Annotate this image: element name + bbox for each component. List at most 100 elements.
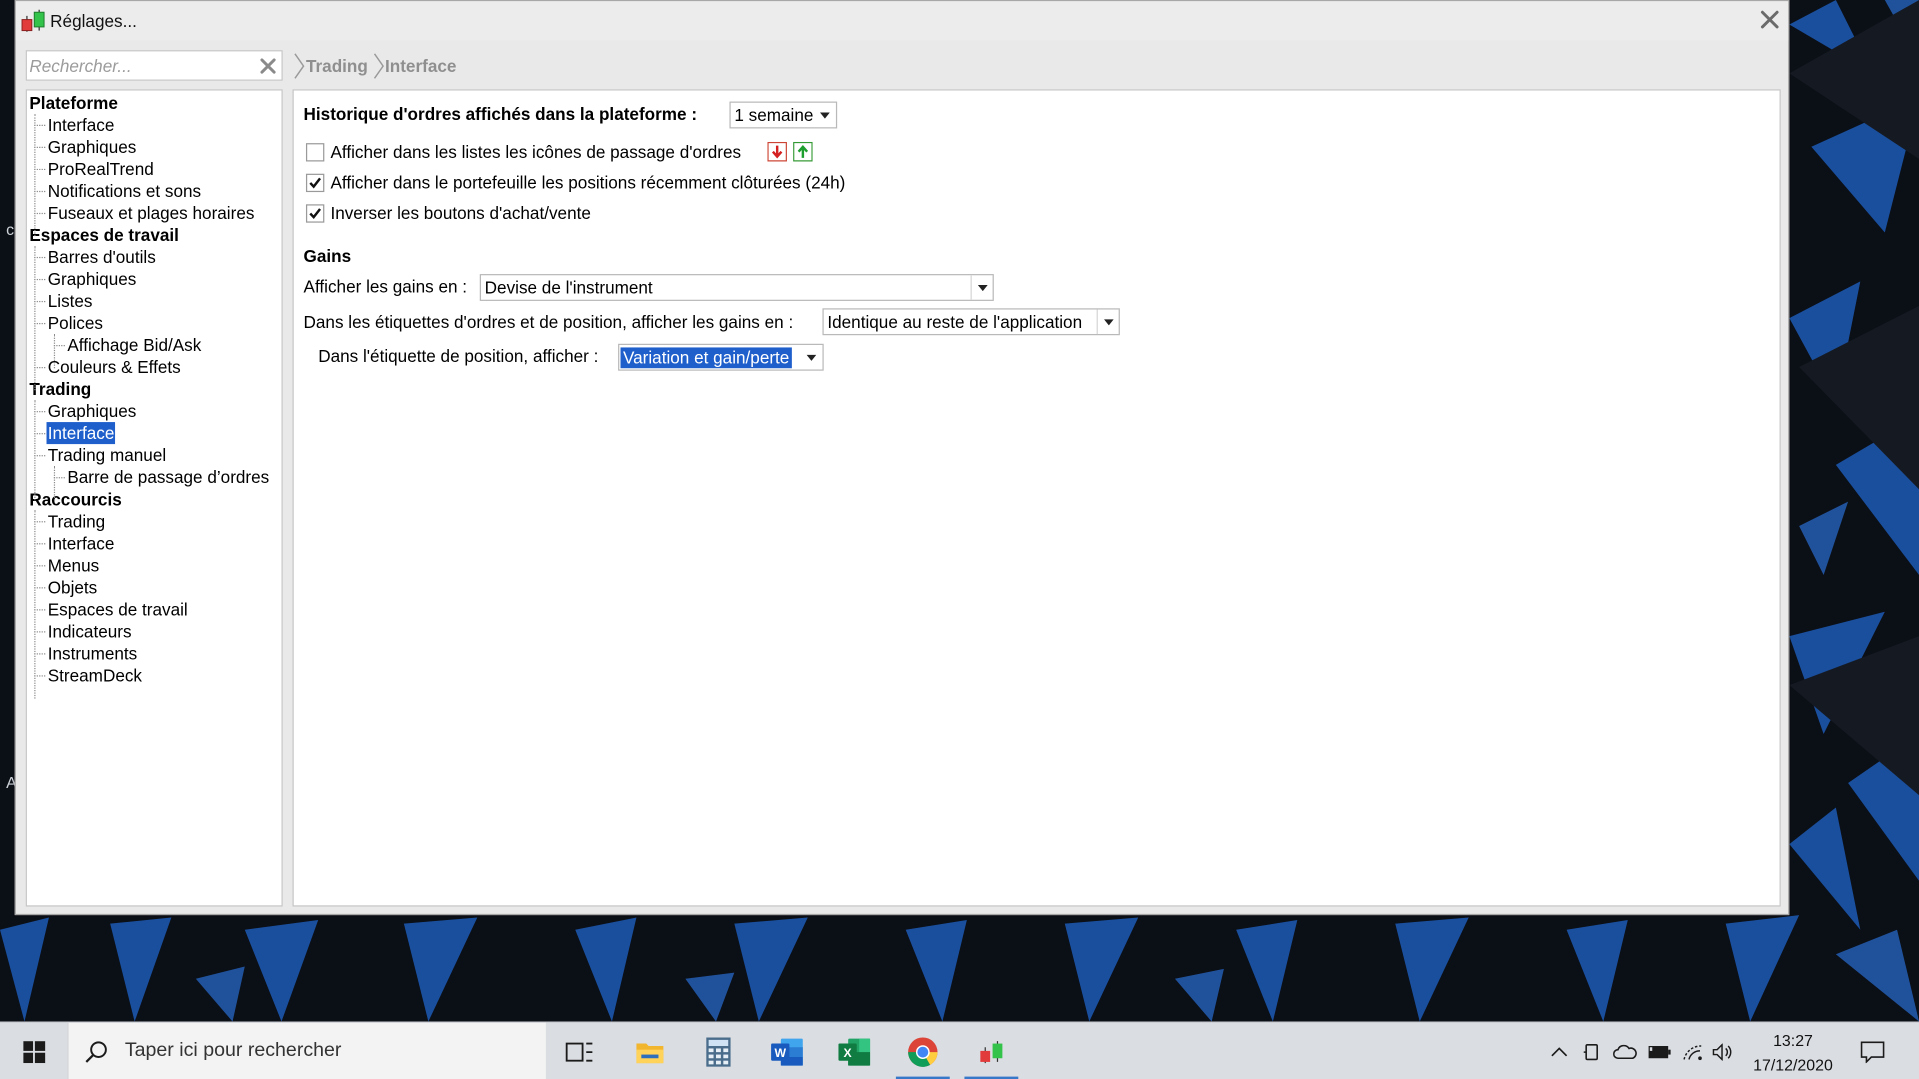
invert-buttons-label: Inverser les boutons d'achat/vente [330, 203, 591, 223]
tree-item[interactable]: ProRealTrend [47, 158, 155, 180]
breadcrumb-separator-icon [373, 53, 384, 79]
task-view-icon[interactable] [551, 1023, 610, 1079]
tree-category[interactable]: Plateforme [28, 92, 119, 114]
notification-center-icon[interactable] [1853, 1023, 1892, 1079]
svg-text:W: W [774, 1045, 786, 1059]
invert-buttons-checkbox[interactable] [305, 204, 325, 223]
tree-guide-line [53, 477, 65, 479]
tree-item[interactable]: Listes [47, 290, 94, 312]
tree-guide-line [53, 344, 65, 347]
volume-icon[interactable] [1709, 1023, 1738, 1079]
tree-item-label: Affichage Bid/Ask [67, 335, 202, 355]
clear-search-icon[interactable] [259, 57, 276, 74]
position-label-select[interactable]: Variation et gain/perte [618, 343, 824, 371]
wifi-icon[interactable] [1678, 1023, 1707, 1079]
tree-item-label: Listes [47, 291, 93, 311]
tree-item[interactable]: Interface [46, 422, 116, 445]
tree-guide-line [34, 113, 36, 237]
tree-guide-line [34, 543, 46, 545]
tree-item-label: Couleurs & Effets [47, 357, 181, 377]
tree-item[interactable]: Graphiques [47, 400, 138, 422]
tree-item-label: Barre de passage d’ordres [67, 467, 270, 487]
battery-icon[interactable] [1644, 1023, 1676, 1079]
tree-guide-line [34, 675, 46, 677]
chrome-icon[interactable] [893, 1023, 952, 1079]
position-label-value: Variation et gain/perte [620, 347, 792, 369]
tree-item[interactable]: Instruments [47, 642, 139, 664]
tree-item-label: Trading [29, 379, 92, 399]
tree-item[interactable]: Affichage Bid/Ask [66, 334, 202, 356]
tree-item-label: Interface [47, 114, 115, 135]
tree-item[interactable]: Interface [47, 114, 116, 136]
window-title: Réglages... [50, 11, 137, 31]
search-input[interactable] [29, 53, 255, 78]
tree-item[interactable]: Interface [47, 532, 116, 554]
tree-guide-line [34, 168, 46, 171]
tree-item[interactable]: Notifications et sons [47, 180, 203, 202]
close-icon[interactable] [1756, 6, 1783, 33]
order-icons-label: Afficher dans les listes les icônes de p… [330, 141, 742, 162]
tree-item[interactable]: Polices [47, 312, 105, 334]
tree-guide-line [34, 587, 46, 589]
chevron-up-icon[interactable] [1545, 1023, 1574, 1079]
prorealtime-icon[interactable] [962, 1023, 1021, 1079]
tree-item-label: ProRealTrend [47, 159, 154, 179]
tree-item[interactable]: Espaces de travail [47, 598, 189, 620]
breadcrumb: Trading Interface [293, 51, 461, 80]
breadcrumb-interface[interactable]: Interface [385, 56, 456, 76]
settings-dialog: Réglages... Trading Interface Plateforme… [14, 0, 1790, 916]
chevron-down-icon [800, 345, 822, 369]
tree-item[interactable]: Indicateurs [47, 620, 133, 642]
tree-category[interactable]: Trading [28, 378, 92, 400]
labels-gains-label: Dans les étiquettes d'ordres et de posit… [303, 311, 794, 332]
windows-start-icon[interactable] [5, 1023, 64, 1079]
tree-guide-line [34, 455, 46, 457]
labels-gains-select[interactable]: Identique au reste de l'application [822, 308, 1120, 336]
tree-item-label: Notifications et sons [47, 181, 202, 201]
position-label-label: Dans l'étiquette de position, afficher : [318, 346, 599, 366]
closed-positions-checkbox[interactable] [305, 173, 325, 193]
tree-guide-line [34, 510, 36, 699]
tree-guide-line [53, 333, 56, 369]
tree-item[interactable]: Menus [47, 554, 101, 576]
tree-item-label: Trading [47, 511, 106, 531]
search-icon [78, 1023, 115, 1079]
checkmark-icon [309, 177, 322, 189]
tree-item-label: Instruments [47, 643, 138, 664]
tree-guide-line [34, 322, 46, 325]
tree-category[interactable]: Raccourcis [28, 488, 123, 510]
tree-item[interactable]: Objets [47, 576, 99, 598]
tree-item-label: Fuseaux et plages horaires [47, 203, 255, 223]
tree-guide-line [34, 565, 46, 567]
tree-item[interactable]: Fuseaux et plages horaires [47, 202, 256, 224]
tree-guide-line [34, 245, 36, 391]
tree-item[interactable]: StreamDeck [47, 664, 144, 686]
tree-item[interactable]: Graphiques [47, 268, 138, 290]
word-icon[interactable]: W [758, 1023, 817, 1079]
tree-item[interactable]: Barre de passage d’ordres [66, 466, 270, 488]
gains-heading: Gains [303, 245, 352, 266]
calculator-icon[interactable] [689, 1023, 748, 1079]
order-history-select[interactable]: 1 semaine [729, 101, 838, 129]
breadcrumb-trading[interactable]: Trading [306, 56, 368, 76]
file-explorer-icon[interactable] [621, 1023, 680, 1079]
meet-now-icon[interactable] [1579, 1023, 1606, 1079]
tree-item[interactable]: Trading manuel [47, 444, 168, 466]
tree-category[interactable]: Espaces de travail [28, 224, 180, 246]
tree-guide-line [34, 256, 46, 259]
taskbar-clock[interactable]: 13:27 17/12/2020 [1735, 1029, 1850, 1078]
excel-icon[interactable]: X [825, 1023, 884, 1079]
breadcrumb-separator-icon [294, 53, 305, 79]
gains-unit-select[interactable]: Devise de l'instrument [479, 274, 994, 301]
taskbar-search-input[interactable] [124, 1037, 529, 1065]
closed-positions-label: Afficher dans le portefeuille les positi… [330, 172, 846, 193]
tree-item[interactable]: Graphiques [47, 136, 138, 158]
gains-unit-value: Devise de l'instrument [484, 277, 653, 298]
title-bar[interactable]: Réglages... [15, 1, 1789, 41]
order-icons-checkbox[interactable] [305, 143, 325, 162]
onedrive-icon[interactable] [1609, 1023, 1641, 1079]
tree-item[interactable]: Couleurs & Effets [47, 356, 182, 378]
tree-guide-line [53, 466, 56, 501]
tree-item[interactable]: Trading [47, 510, 107, 532]
tree-item[interactable]: Barres d'outils [47, 246, 157, 268]
